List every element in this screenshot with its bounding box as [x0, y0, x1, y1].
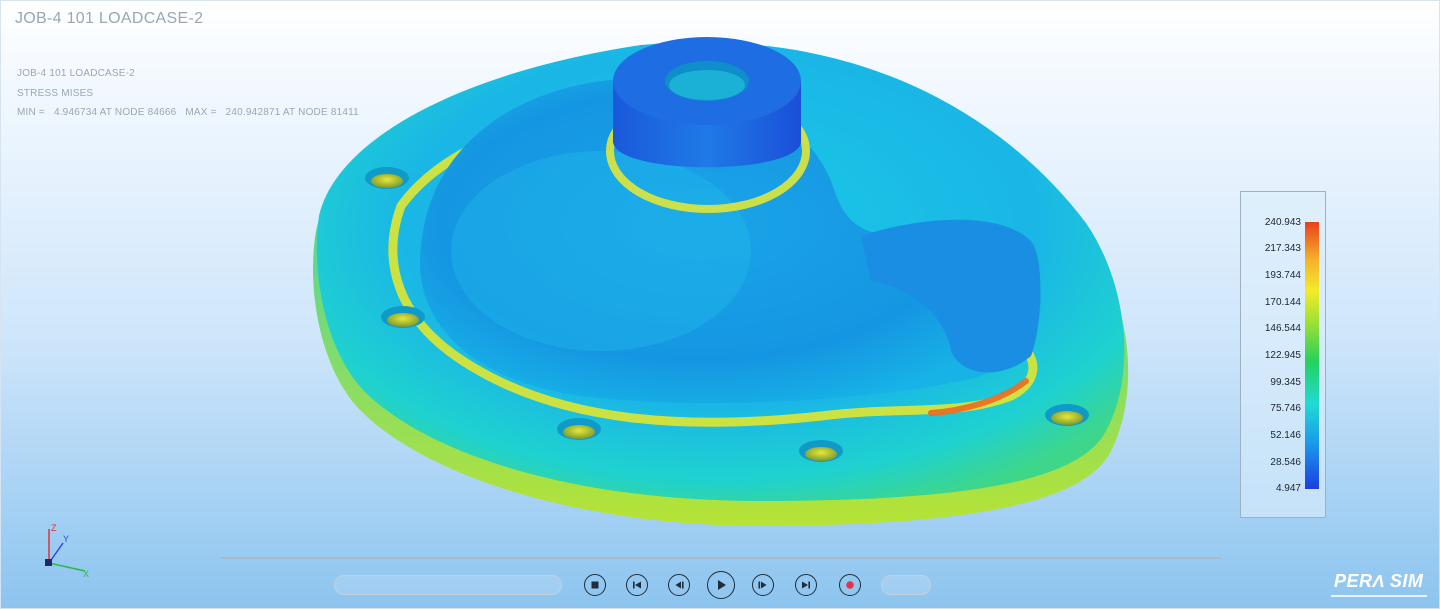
- legend-value: 240.943: [1264, 217, 1301, 228]
- logo-underline: [1331, 595, 1427, 597]
- animation-timeline[interactable]: [221, 557, 1221, 559]
- legend-value: 75.746: [1270, 403, 1301, 414]
- legend-value: 99.345: [1270, 377, 1301, 388]
- legend-value: 28.546: [1270, 457, 1301, 468]
- record-icon: [846, 581, 854, 589]
- legend-value: 170.144: [1264, 297, 1301, 308]
- play-icon: [718, 580, 726, 590]
- step-back-button[interactable]: [668, 574, 690, 596]
- stop-icon: [591, 581, 599, 589]
- legend-value: 52.146: [1270, 430, 1301, 441]
- skip-to-end-button[interactable]: [795, 574, 817, 596]
- fea-model-viewport[interactable]: [1, 1, 1440, 610]
- color-legend: 240.943 217.343 193.744 170.144 146.544 …: [1240, 191, 1326, 518]
- stop-button[interactable]: [584, 574, 606, 596]
- axis-triad: Z Y X: [45, 523, 89, 579]
- legend-value: 146.544: [1264, 323, 1301, 334]
- play-button[interactable]: [707, 571, 735, 599]
- legend-color-bar: [1305, 222, 1319, 489]
- brand-logo: PERΛ SIM: [1334, 571, 1424, 591]
- legend-value: 4.947: [1275, 483, 1301, 494]
- legend-value: 217.343: [1264, 243, 1301, 254]
- step-forward-button[interactable]: [752, 574, 774, 596]
- frame-slider[interactable]: [334, 575, 562, 595]
- step-forward-icon: [758, 581, 767, 589]
- skip-forward-icon: [802, 581, 810, 589]
- playback-controls: [1, 571, 1439, 603]
- speed-field[interactable]: [881, 575, 931, 595]
- legend-value: 193.744: [1264, 270, 1301, 281]
- legend-value: 122.945: [1264, 350, 1301, 361]
- skip-back-icon: [633, 581, 641, 589]
- axis-x-label: X: [83, 569, 89, 579]
- axis-z-label: Z: [51, 523, 57, 533]
- step-back-icon: [675, 581, 684, 589]
- skip-to-start-button[interactable]: [626, 574, 648, 596]
- record-button[interactable]: [839, 574, 861, 596]
- axis-y-label: Y: [63, 534, 69, 544]
